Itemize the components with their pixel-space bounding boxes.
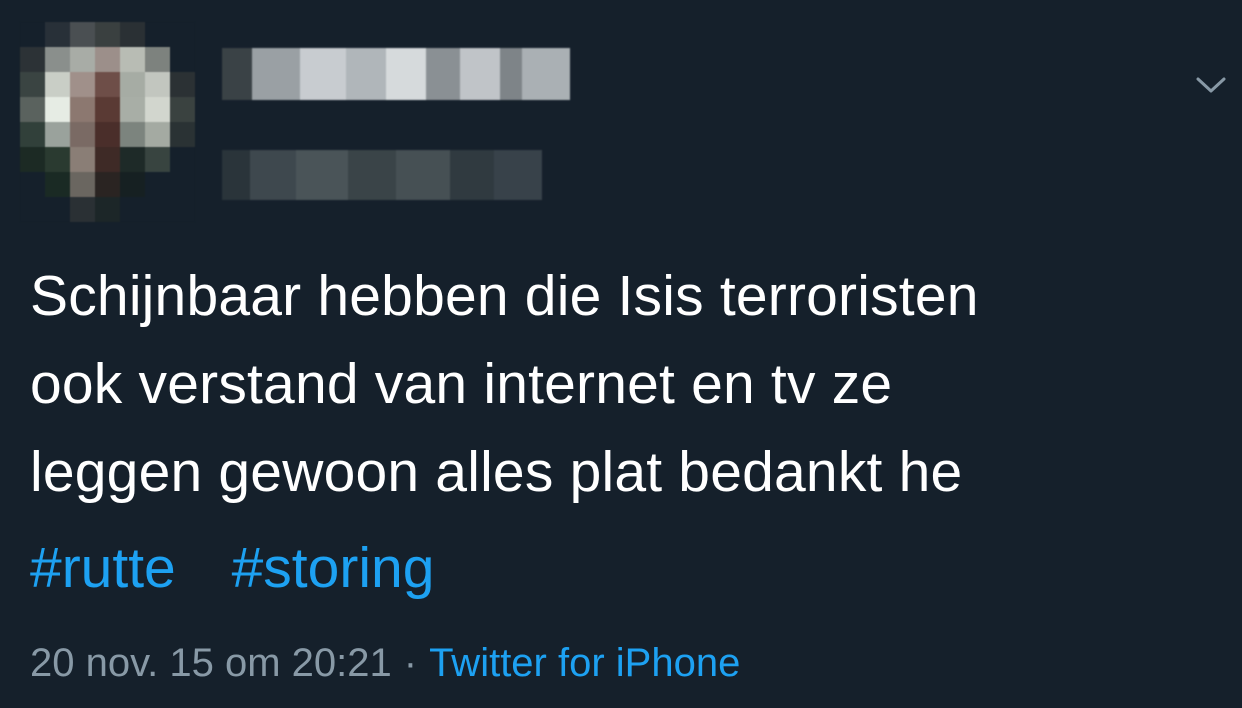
source-link[interactable]: Twitter for iPhone (429, 641, 740, 685)
avatar-pixel (95, 172, 120, 197)
avatar-pixel (145, 72, 170, 97)
avatar-pixel (95, 147, 120, 172)
avatar-pixel (120, 197, 145, 222)
avatar-pixel (20, 22, 45, 47)
avatar-pixel (170, 172, 195, 197)
name-pixel (500, 48, 522, 100)
avatar-pixel (70, 72, 95, 97)
tweet-text-line: ook verstand van internet en tv ze (30, 352, 893, 416)
avatar-pixel (145, 197, 170, 222)
avatar-pixel (95, 197, 120, 222)
avatar-pixel (170, 72, 195, 97)
hashtag-link-storing[interactable]: #storing (232, 536, 435, 600)
avatar-pixel (170, 147, 195, 172)
avatar-pixel (170, 47, 195, 72)
timestamp[interactable]: 20 nov. 15 om 20:21 (30, 641, 392, 685)
avatar-pixel (20, 197, 45, 222)
name-pixel (346, 48, 386, 100)
tweet-card: Schijnbaar hebben die Isis terroristen o… (0, 0, 1242, 708)
avatar-pixel (45, 172, 70, 197)
avatar-pixel (20, 147, 45, 172)
handle-pixel (296, 150, 348, 200)
avatar-pixel (120, 122, 145, 147)
avatar-pixel (20, 172, 45, 197)
name-pixel (252, 48, 300, 100)
handle-pixel (222, 150, 250, 200)
avatar-pixel (95, 72, 120, 97)
avatar-pixel (120, 22, 145, 47)
avatar-pixel (95, 122, 120, 147)
avatar-pixel (145, 22, 170, 47)
avatar[interactable] (20, 22, 196, 222)
avatar-pixel (45, 97, 70, 122)
author-handle-redacted[interactable] (222, 150, 542, 200)
avatar-pixel (120, 147, 145, 172)
name-pixel (386, 48, 426, 100)
avatar-pixel (20, 122, 45, 147)
tweet-meta: 20 nov. 15 om 20:21 · Twitter for iPhone (30, 636, 740, 690)
avatar-pixel (170, 97, 195, 122)
name-pixel (460, 48, 500, 100)
name-pixel (426, 48, 460, 100)
avatar-pixel (120, 97, 145, 122)
avatar-pixel (70, 122, 95, 147)
handle-pixel (494, 150, 542, 200)
avatar-pixel (170, 197, 195, 222)
author-name-redacted[interactable] (222, 48, 570, 100)
avatar-pixel (120, 72, 145, 97)
avatar-pixel (95, 22, 120, 47)
avatar-pixel (70, 47, 95, 72)
avatar-pixel (145, 122, 170, 147)
avatar-pixel (70, 172, 95, 197)
avatar-pixel (45, 147, 70, 172)
avatar-pixel (145, 172, 170, 197)
tweet-text: Schijnbaar hebben die Isis terroristen o… (30, 252, 1220, 516)
hashtag-link-rutte[interactable]: #rutte (30, 536, 176, 600)
avatar-pixel (45, 47, 70, 72)
avatar-pixel (145, 97, 170, 122)
avatar-pixel (70, 147, 95, 172)
avatar-pixel (170, 122, 195, 147)
name-pixel (222, 48, 252, 100)
tweet-text-line: leggen gewoon alles plat bedankt he (30, 440, 963, 504)
avatar-pixel (120, 47, 145, 72)
avatar-pixel (45, 122, 70, 147)
handle-pixel (396, 150, 450, 200)
avatar-pixel (70, 97, 95, 122)
avatar-pixel (145, 147, 170, 172)
name-pixel (300, 48, 346, 100)
handle-pixel (450, 150, 494, 200)
avatar-pixel (45, 197, 70, 222)
avatar-pixel (70, 22, 95, 47)
hashtag-row: #rutte #storing (30, 524, 434, 612)
avatar-pixel (20, 47, 45, 72)
avatar-pixel (145, 47, 170, 72)
handle-pixel (250, 150, 296, 200)
chevron-down-icon[interactable] (1194, 72, 1228, 98)
handle-pixel (348, 150, 396, 200)
avatar-pixel (95, 47, 120, 72)
meta-separator: · (403, 641, 418, 685)
avatar-pixel (20, 72, 45, 97)
tweet-text-line: Schijnbaar hebben die Isis terroristen (30, 264, 979, 328)
avatar-pixel (170, 22, 195, 47)
avatar-pixel (95, 97, 120, 122)
avatar-pixel (20, 97, 45, 122)
avatar-pixel (45, 22, 70, 47)
avatar-pixel (120, 172, 145, 197)
avatar-pixel (45, 72, 70, 97)
name-pixel (522, 48, 570, 100)
avatar-pixel (70, 197, 95, 222)
